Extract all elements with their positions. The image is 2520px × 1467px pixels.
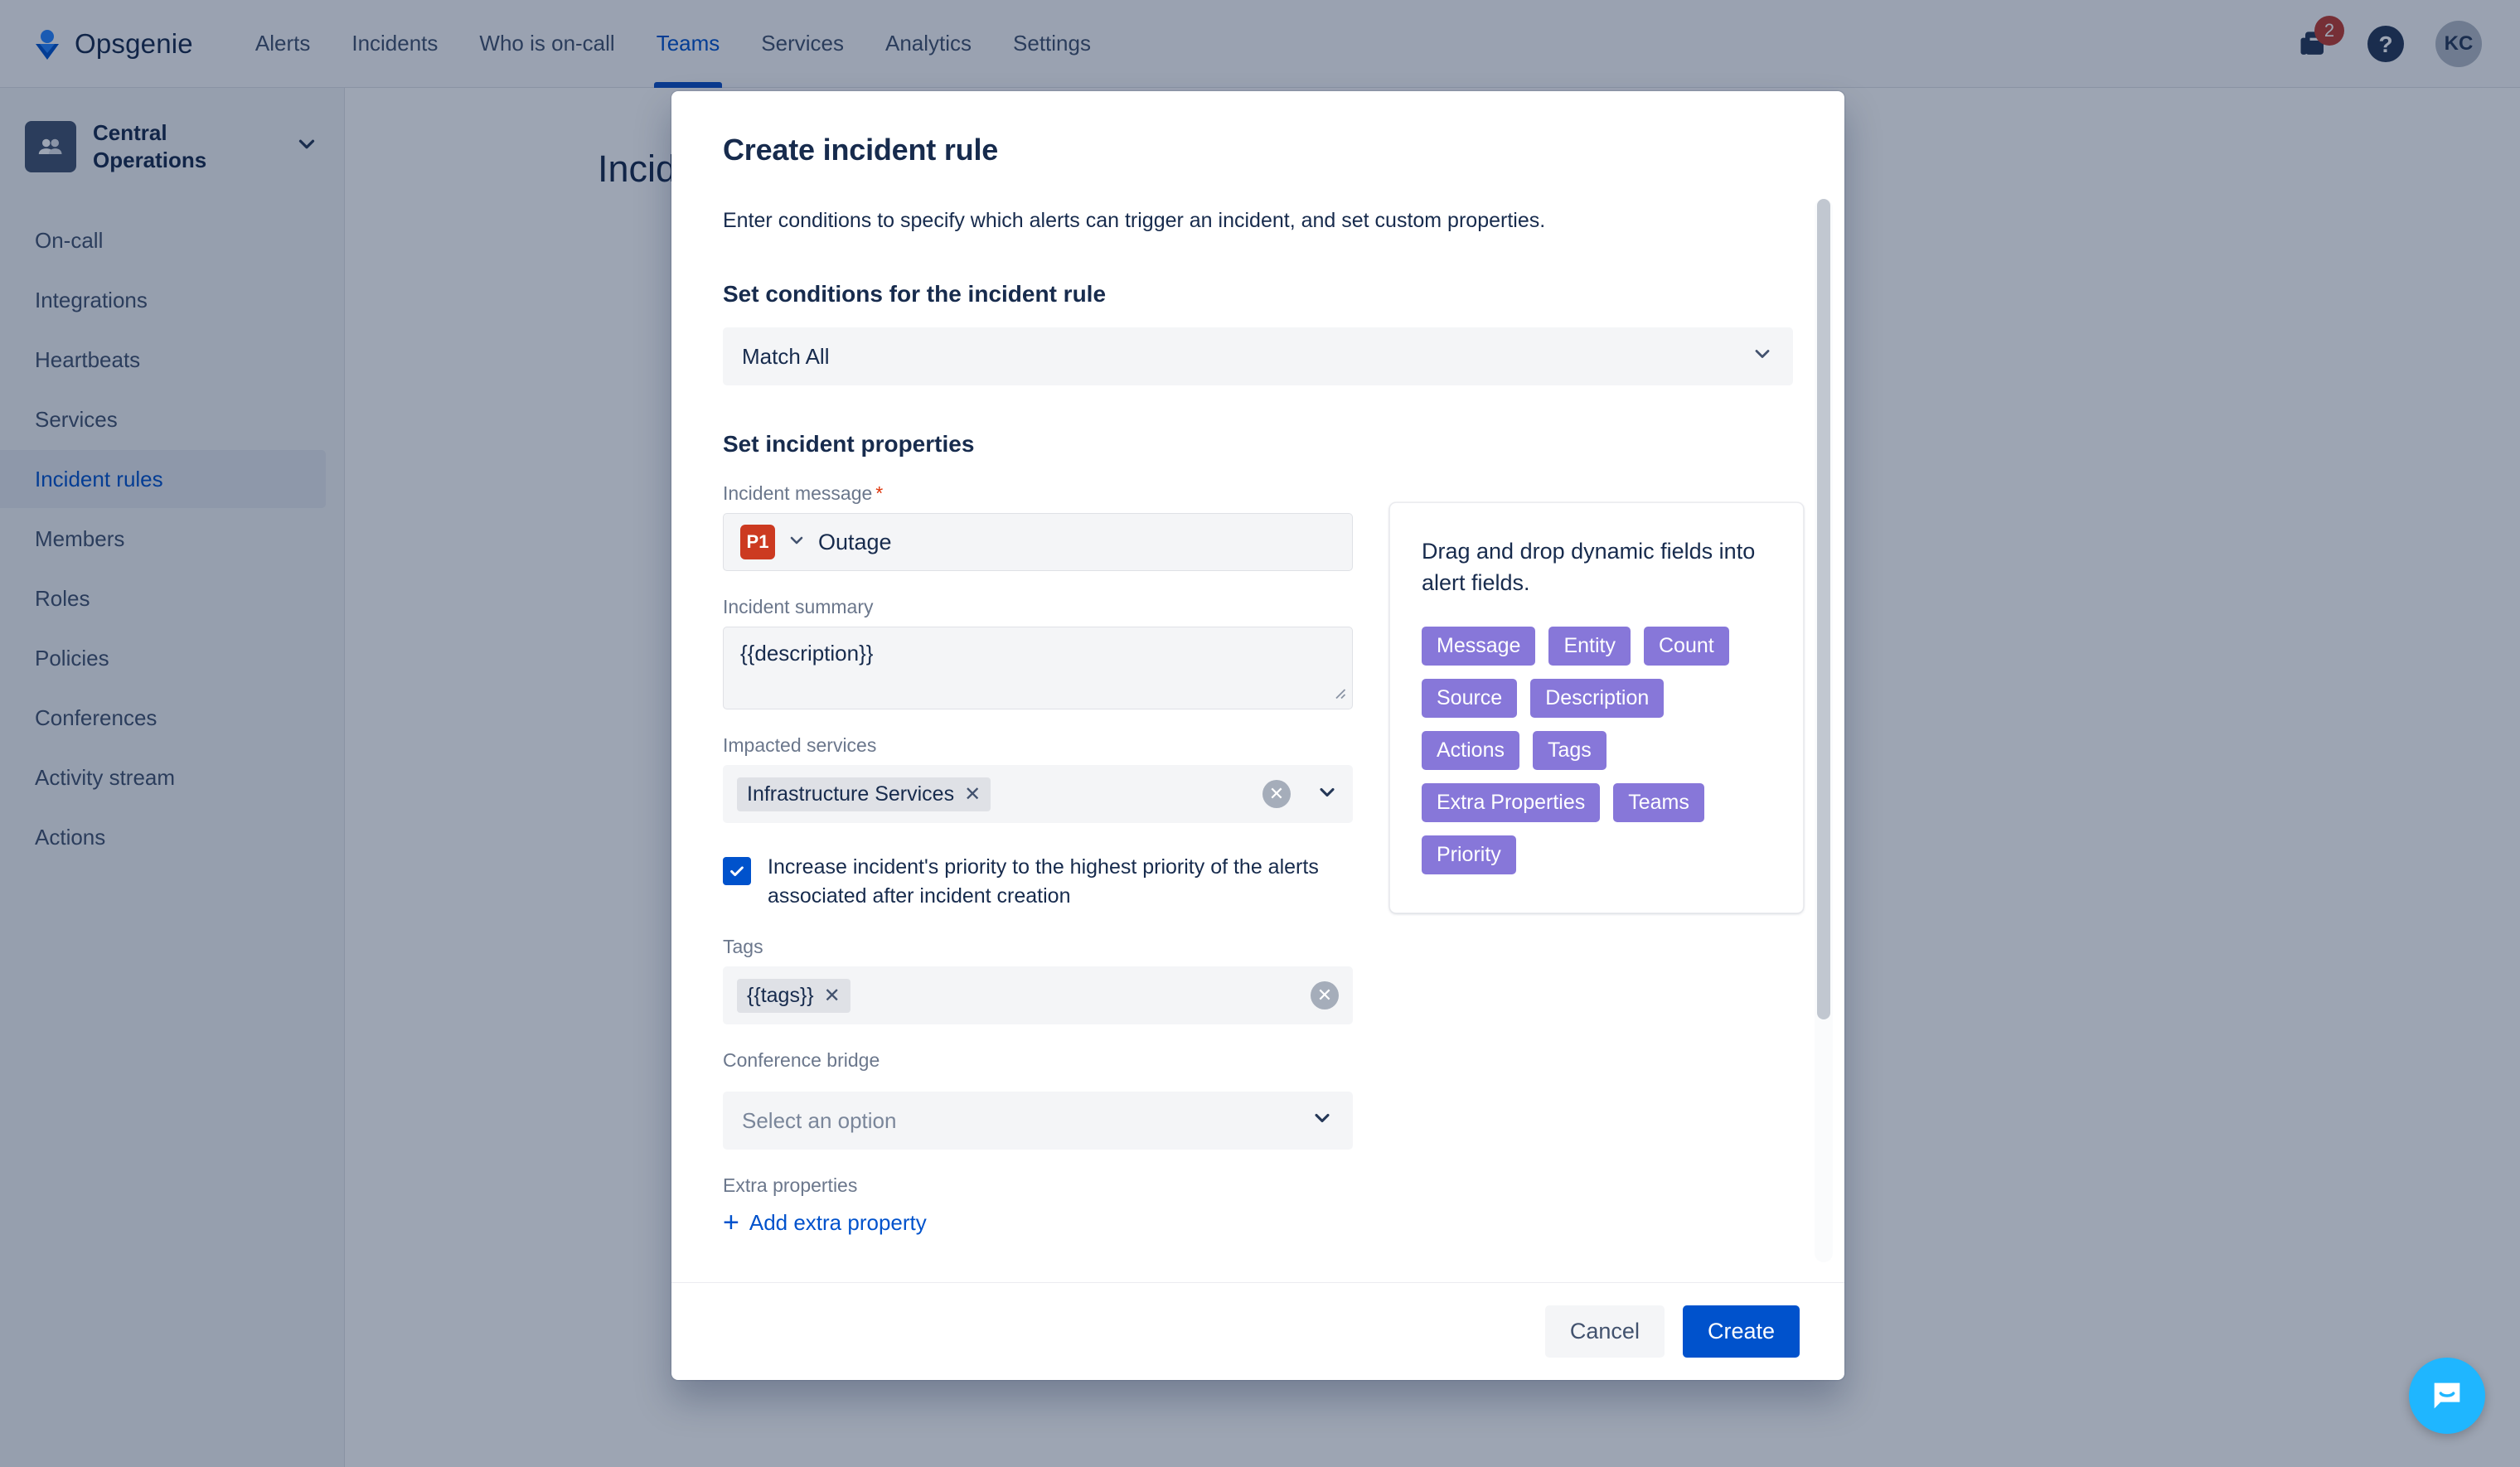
cancel-button[interactable]: Cancel	[1544, 1305, 1665, 1358]
properties-section-heading: Set incident properties	[723, 431, 975, 458]
add-extra-property-button[interactable]: + Add extra property	[723, 1208, 1353, 1237]
dynamic-chip-description[interactable]: Description	[1530, 678, 1665, 718]
chat-bubble-icon	[2434, 1382, 2460, 1409]
dialog-description: Enter conditions to specify which alerts…	[723, 209, 1546, 232]
resize-handle-icon[interactable]	[1331, 685, 1346, 704]
increase-priority-label: Increase incident's priority to the high…	[768, 855, 1319, 908]
remove-chip-icon[interactable]: ✕	[964, 782, 981, 806]
plus-icon: +	[723, 1207, 739, 1239]
conference-bridge-select[interactable]: Select an option	[723, 1092, 1353, 1150]
dynamic-chip-tags[interactable]: Tags	[1532, 730, 1606, 770]
properties-grid: Incident message * P1 Outage Incident sum…	[723, 482, 1804, 1282]
extra-properties-label: Extra properties	[723, 1174, 858, 1197]
tags-label: Tags	[723, 936, 763, 958]
add-extra-property-label: Add extra property	[749, 1209, 927, 1235]
clear-selection-icon[interactable]: ✕	[1311, 981, 1339, 1010]
dynamic-chip-entity[interactable]: Entity	[1548, 626, 1631, 666]
dynamic-fields-hint: Drag and drop dynamic fields into alert …	[1422, 539, 1756, 595]
create-incident-rule-dialog: Create incident rule Enter conditions to…	[671, 91, 1844, 1380]
dialog-title: Create incident rule	[723, 133, 999, 167]
dialog-footer: Cancel Create	[671, 1282, 1844, 1380]
priority-chevron-down-icon[interactable]	[787, 530, 807, 554]
impacted-services-select[interactable]: Infrastructure Services ✕ ✕	[723, 765, 1353, 824]
tag-chip-label: {{tags}}	[747, 983, 814, 1007]
priority-badge[interactable]: P1	[740, 525, 775, 560]
chevron-down-icon	[1751, 342, 1774, 371]
dialog-body: Create incident rule Enter conditions to…	[671, 91, 1844, 1282]
conditions-section-heading: Set conditions for the incident rule	[723, 281, 1107, 307]
remove-chip-icon[interactable]: ✕	[824, 984, 841, 1008]
dialog-scrollbar-track[interactable]	[1815, 199, 1833, 1262]
incident-message-label: Incident message *	[723, 482, 1353, 505]
dynamic-field-chips: Message Entity Count Source Description …	[1422, 626, 1771, 874]
dynamic-chip-extra-properties[interactable]: Extra Properties	[1422, 782, 1601, 822]
chevron-down-icon	[1311, 1106, 1334, 1135]
conference-bridge-placeholder: Select an option	[742, 1107, 897, 1133]
intercom-chat-button[interactable]	[2409, 1358, 2485, 1434]
screen: Opsgenie Alerts Incidents Who is on-call…	[0, 0, 2520, 1467]
incident-message-value: Outage	[818, 529, 892, 554]
increase-priority-checkbox-row[interactable]: Increase incident's priority to the high…	[723, 853, 1353, 911]
dialog-scrollbar-thumb[interactable]	[1817, 199, 1830, 1019]
conference-bridge-label: Conference bridge	[723, 1049, 880, 1072]
incident-summary-textarea[interactable]: {{description}}	[723, 627, 1353, 710]
service-chip-label: Infrastructure Services	[747, 782, 955, 806]
match-type-select[interactable]: Match All	[723, 327, 1793, 386]
dynamic-chip-teams[interactable]: Teams	[1613, 782, 1704, 822]
incident-message-label-text: Incident message	[723, 482, 873, 505]
service-chip[interactable]: Infrastructure Services ✕	[737, 777, 991, 811]
incident-summary-label: Incident summary	[723, 596, 874, 618]
dynamic-chip-message[interactable]: Message	[1422, 626, 1536, 666]
dynamic-fields-panel: Drag and drop dynamic fields into alert …	[1389, 502, 1804, 913]
dynamic-chip-priority[interactable]: Priority	[1422, 835, 1516, 874]
properties-form-column: Incident message * P1 Outage Incident sum…	[723, 482, 1353, 1282]
create-button[interactable]: Create	[1682, 1305, 1800, 1358]
dynamic-fields-column: Drag and drop dynamic fields into alert …	[1389, 482, 1804, 913]
chevron-down-icon[interactable]	[1316, 781, 1339, 808]
tag-chip[interactable]: {{tags}} ✕	[737, 978, 850, 1013]
dynamic-chip-count[interactable]: Count	[1643, 626, 1729, 666]
dynamic-chip-source[interactable]: Source	[1422, 678, 1518, 718]
dynamic-chip-actions[interactable]: Actions	[1422, 730, 1519, 770]
tags-select[interactable]: {{tags}} ✕ ✕	[723, 966, 1353, 1025]
clear-selection-icon[interactable]: ✕	[1262, 780, 1291, 809]
match-type-value: Match All	[742, 343, 830, 369]
increase-priority-checkbox[interactable]	[723, 857, 751, 886]
incident-message-field[interactable]: P1 Outage	[723, 513, 1353, 572]
impacted-services-label: Impacted services	[723, 734, 877, 757]
required-asterisk: *	[875, 482, 884, 505]
incident-summary-value: {{description}}	[740, 641, 874, 666]
